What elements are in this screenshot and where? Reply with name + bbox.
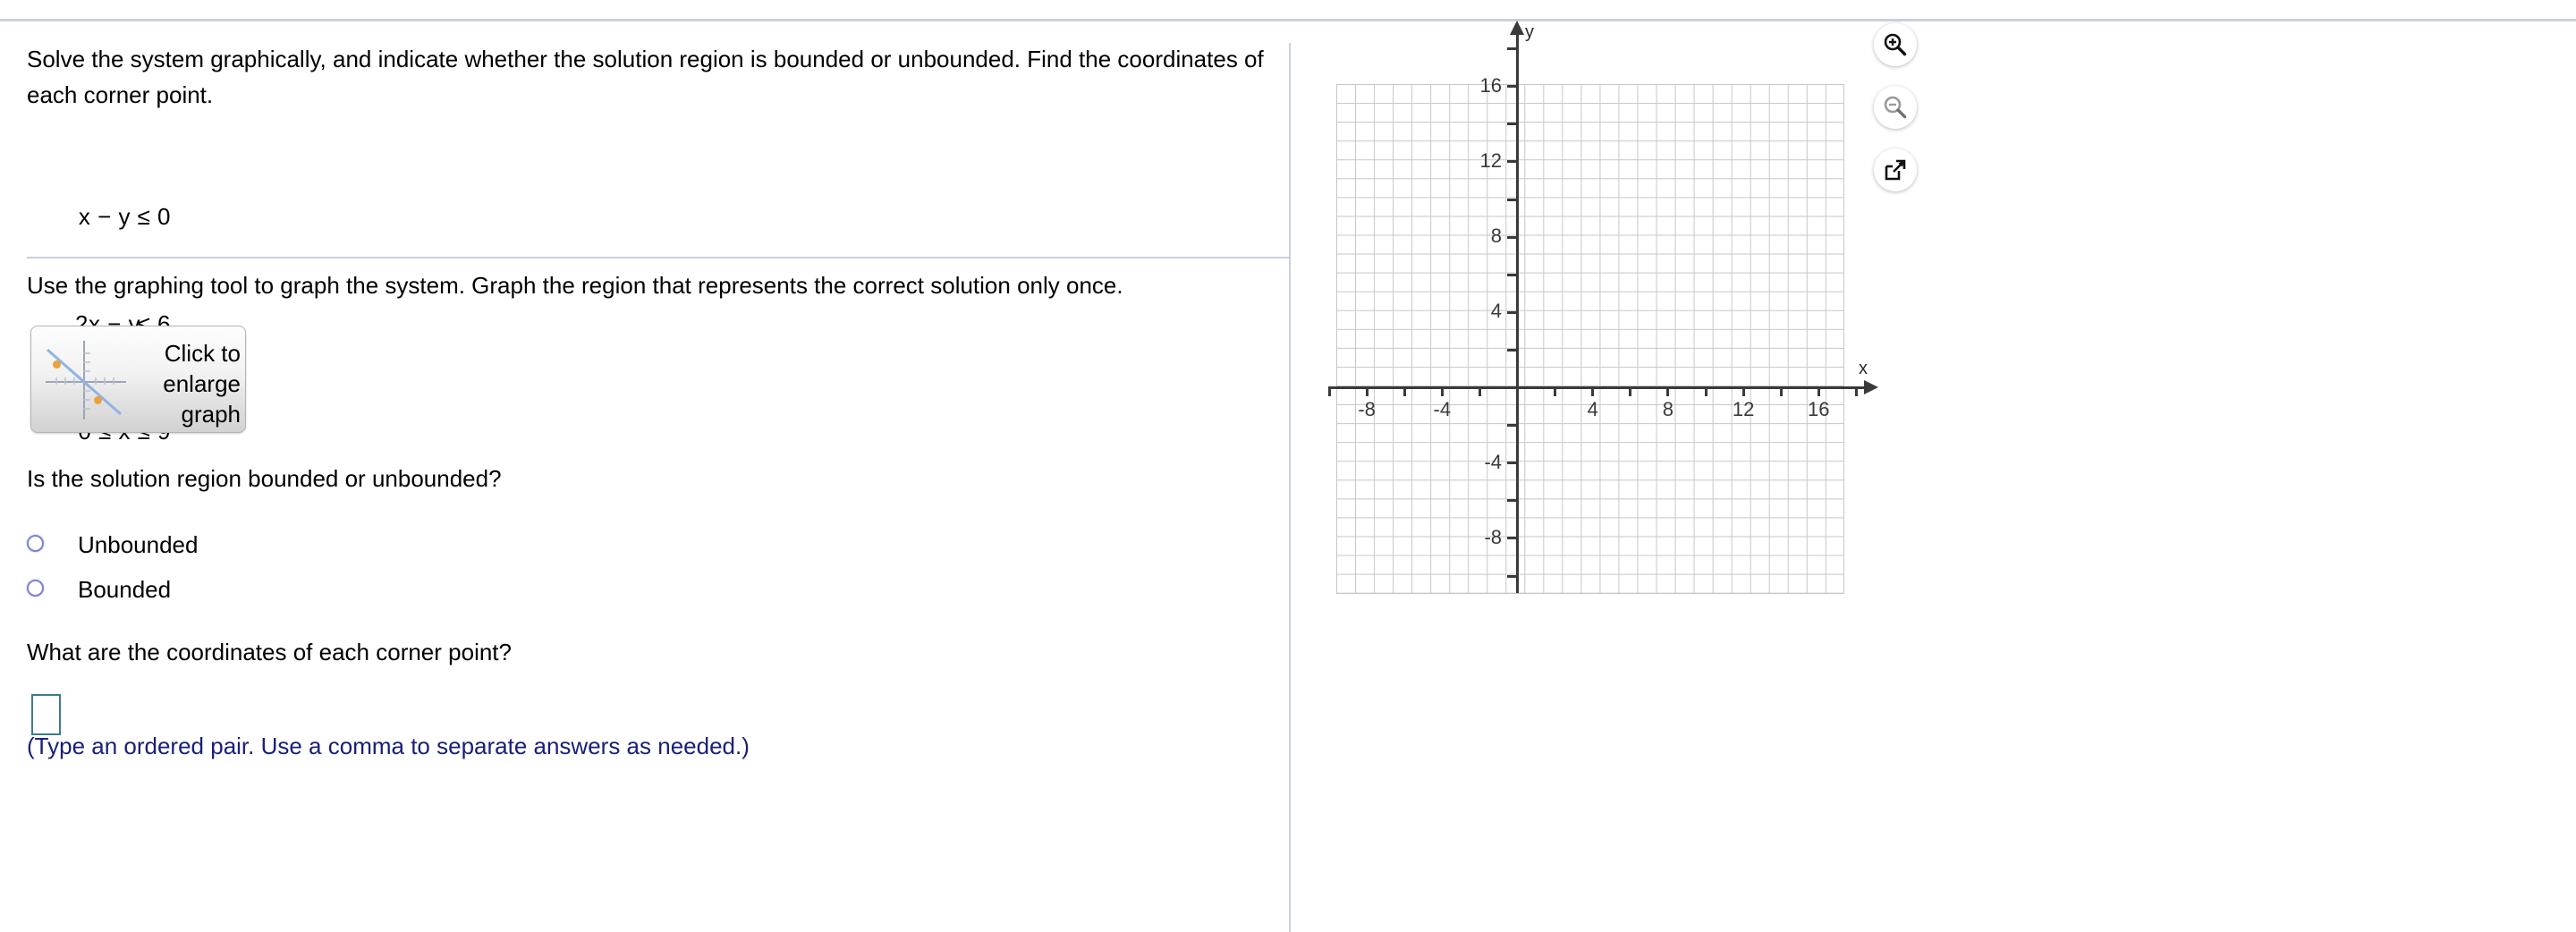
x-axis-tick: [1629, 386, 1632, 396]
y-axis-tick: [1507, 47, 1517, 51]
zoom-out-button[interactable]: [1874, 86, 1917, 129]
x-axis-tick: [1554, 386, 1557, 396]
x-axis-tick-label: 8: [1662, 398, 1674, 420]
y-axis-tick: [1507, 85, 1517, 89]
open-in-new-window-icon: [1885, 159, 1906, 181]
question-pane: Solve the system graphically, and indica…: [0, 21, 1289, 911]
radio-button-icon[interactable]: [27, 535, 44, 552]
x-axis-tick: [1779, 386, 1783, 396]
answer-format-hint: (Type an ordered pair. Use a comma to se…: [27, 733, 750, 759]
radio-button-icon[interactable]: [27, 580, 44, 597]
zoom-in-icon: [1884, 33, 1907, 56]
y-axis-arrow-icon: [1510, 21, 1524, 35]
mini-graph-line: [47, 348, 122, 416]
y-axis-tick: [1507, 499, 1517, 503]
pane-divider: [1289, 43, 1291, 932]
y-axis-tick: [1507, 123, 1517, 126]
enlarge-graph-label: Click to enlarge graph: [163, 340, 241, 428]
inequality-rhs: 0: [157, 203, 171, 230]
y-axis-tick: [1507, 198, 1517, 201]
y-axis-tick: [1507, 235, 1517, 239]
coordinate-graph[interactable]: x y -8 -4 4 8 12 16 16 12 8 4 -4 -8: [1327, 21, 1878, 611]
x-axis-tick: [1854, 386, 1858, 396]
x-axis-tick: [1365, 386, 1368, 396]
corner-point-question: What are the coordinates of each corner …: [27, 639, 512, 665]
bounded-question-text: Is the solution region bounded or unboun…: [27, 465, 502, 492]
inequality-row: x − y ≤0: [75, 199, 175, 234]
x-axis-tick: [1817, 386, 1820, 396]
y-axis-tick-label: -4: [1484, 450, 1502, 473]
y-axis-tick-label: -8: [1484, 525, 1502, 548]
system-of-inequalities: x − y≤0 2x − y≤6 0 ≤ x≤9: [75, 127, 175, 521]
inequality-lhs: x − y: [78, 203, 131, 230]
x-axis-tick: [1666, 386, 1670, 396]
open-in-new-window-button[interactable]: [1874, 148, 1917, 191]
y-axis-tick: [1507, 310, 1517, 314]
x-axis-label: x: [1859, 359, 1868, 378]
mini-graph-point: [53, 360, 61, 369]
x-axis-tick-label: -8: [1358, 398, 1376, 420]
choice-label: Unbounded: [78, 531, 199, 558]
y-axis-tick-label: 8: [1490, 225, 1502, 248]
graph-toolbar: [1874, 23, 1929, 211]
zoom-in-button[interactable]: [1874, 23, 1917, 66]
y-axis-tick: [1507, 537, 1517, 540]
x-axis-tick: [1440, 386, 1444, 396]
choice-label: Bounded: [78, 576, 172, 603]
y-axis-tick: [1507, 160, 1517, 164]
graphing-instruction: Use the graphing tool to graph the syste…: [27, 272, 1123, 299]
enlarge-graph-button[interactable]: Click to enlarge graph: [30, 326, 246, 433]
y-axis-tick: [1507, 348, 1517, 352]
x-axis-tick: [1478, 386, 1481, 396]
problem-statement: Solve the system graphically, and indica…: [27, 46, 1264, 108]
x-axis-tick-label: 12: [1732, 398, 1755, 420]
x-axis: [1329, 386, 1866, 389]
mini-graph-point: [94, 396, 102, 404]
y-axis-tick-label: 12: [1479, 148, 1502, 172]
zoom-out-icon: [1884, 96, 1907, 119]
corner-points-input[interactable]: [31, 694, 61, 735]
y-axis-tick: [1507, 462, 1517, 465]
inequality-relation: ≤: [137, 203, 151, 230]
y-axis-tick: [1507, 273, 1517, 276]
y-axis-tick: [1507, 574, 1517, 578]
x-axis-tick-label: 4: [1587, 398, 1598, 420]
x-axis-tick-label: -4: [1433, 398, 1452, 420]
work-area: Solve the system graphically, and indica…: [0, 21, 2576, 932]
y-axis-tick-label: 4: [1490, 300, 1502, 323]
x-axis-tick: [1704, 386, 1707, 396]
graph-grid: [1336, 84, 1844, 594]
x-axis-tick: [1327, 386, 1331, 396]
x-axis-tick: [1591, 386, 1595, 396]
graph-pane: x y -8 -4 4 8 12 16 16 12 8 4 -4 -8: [1291, 21, 2576, 911]
x-axis-tick: [1741, 386, 1745, 396]
x-axis-tick-label: 16: [1808, 398, 1830, 420]
section-divider: [27, 257, 1289, 258]
x-axis-arrow-icon: [1864, 380, 1878, 394]
y-axis-tick-label: 16: [1479, 73, 1502, 97]
mini-graph-icon: [38, 334, 131, 427]
y-axis-tick: [1507, 424, 1517, 428]
x-axis-tick: [1402, 386, 1406, 396]
y-axis-label: y: [1525, 22, 1534, 42]
